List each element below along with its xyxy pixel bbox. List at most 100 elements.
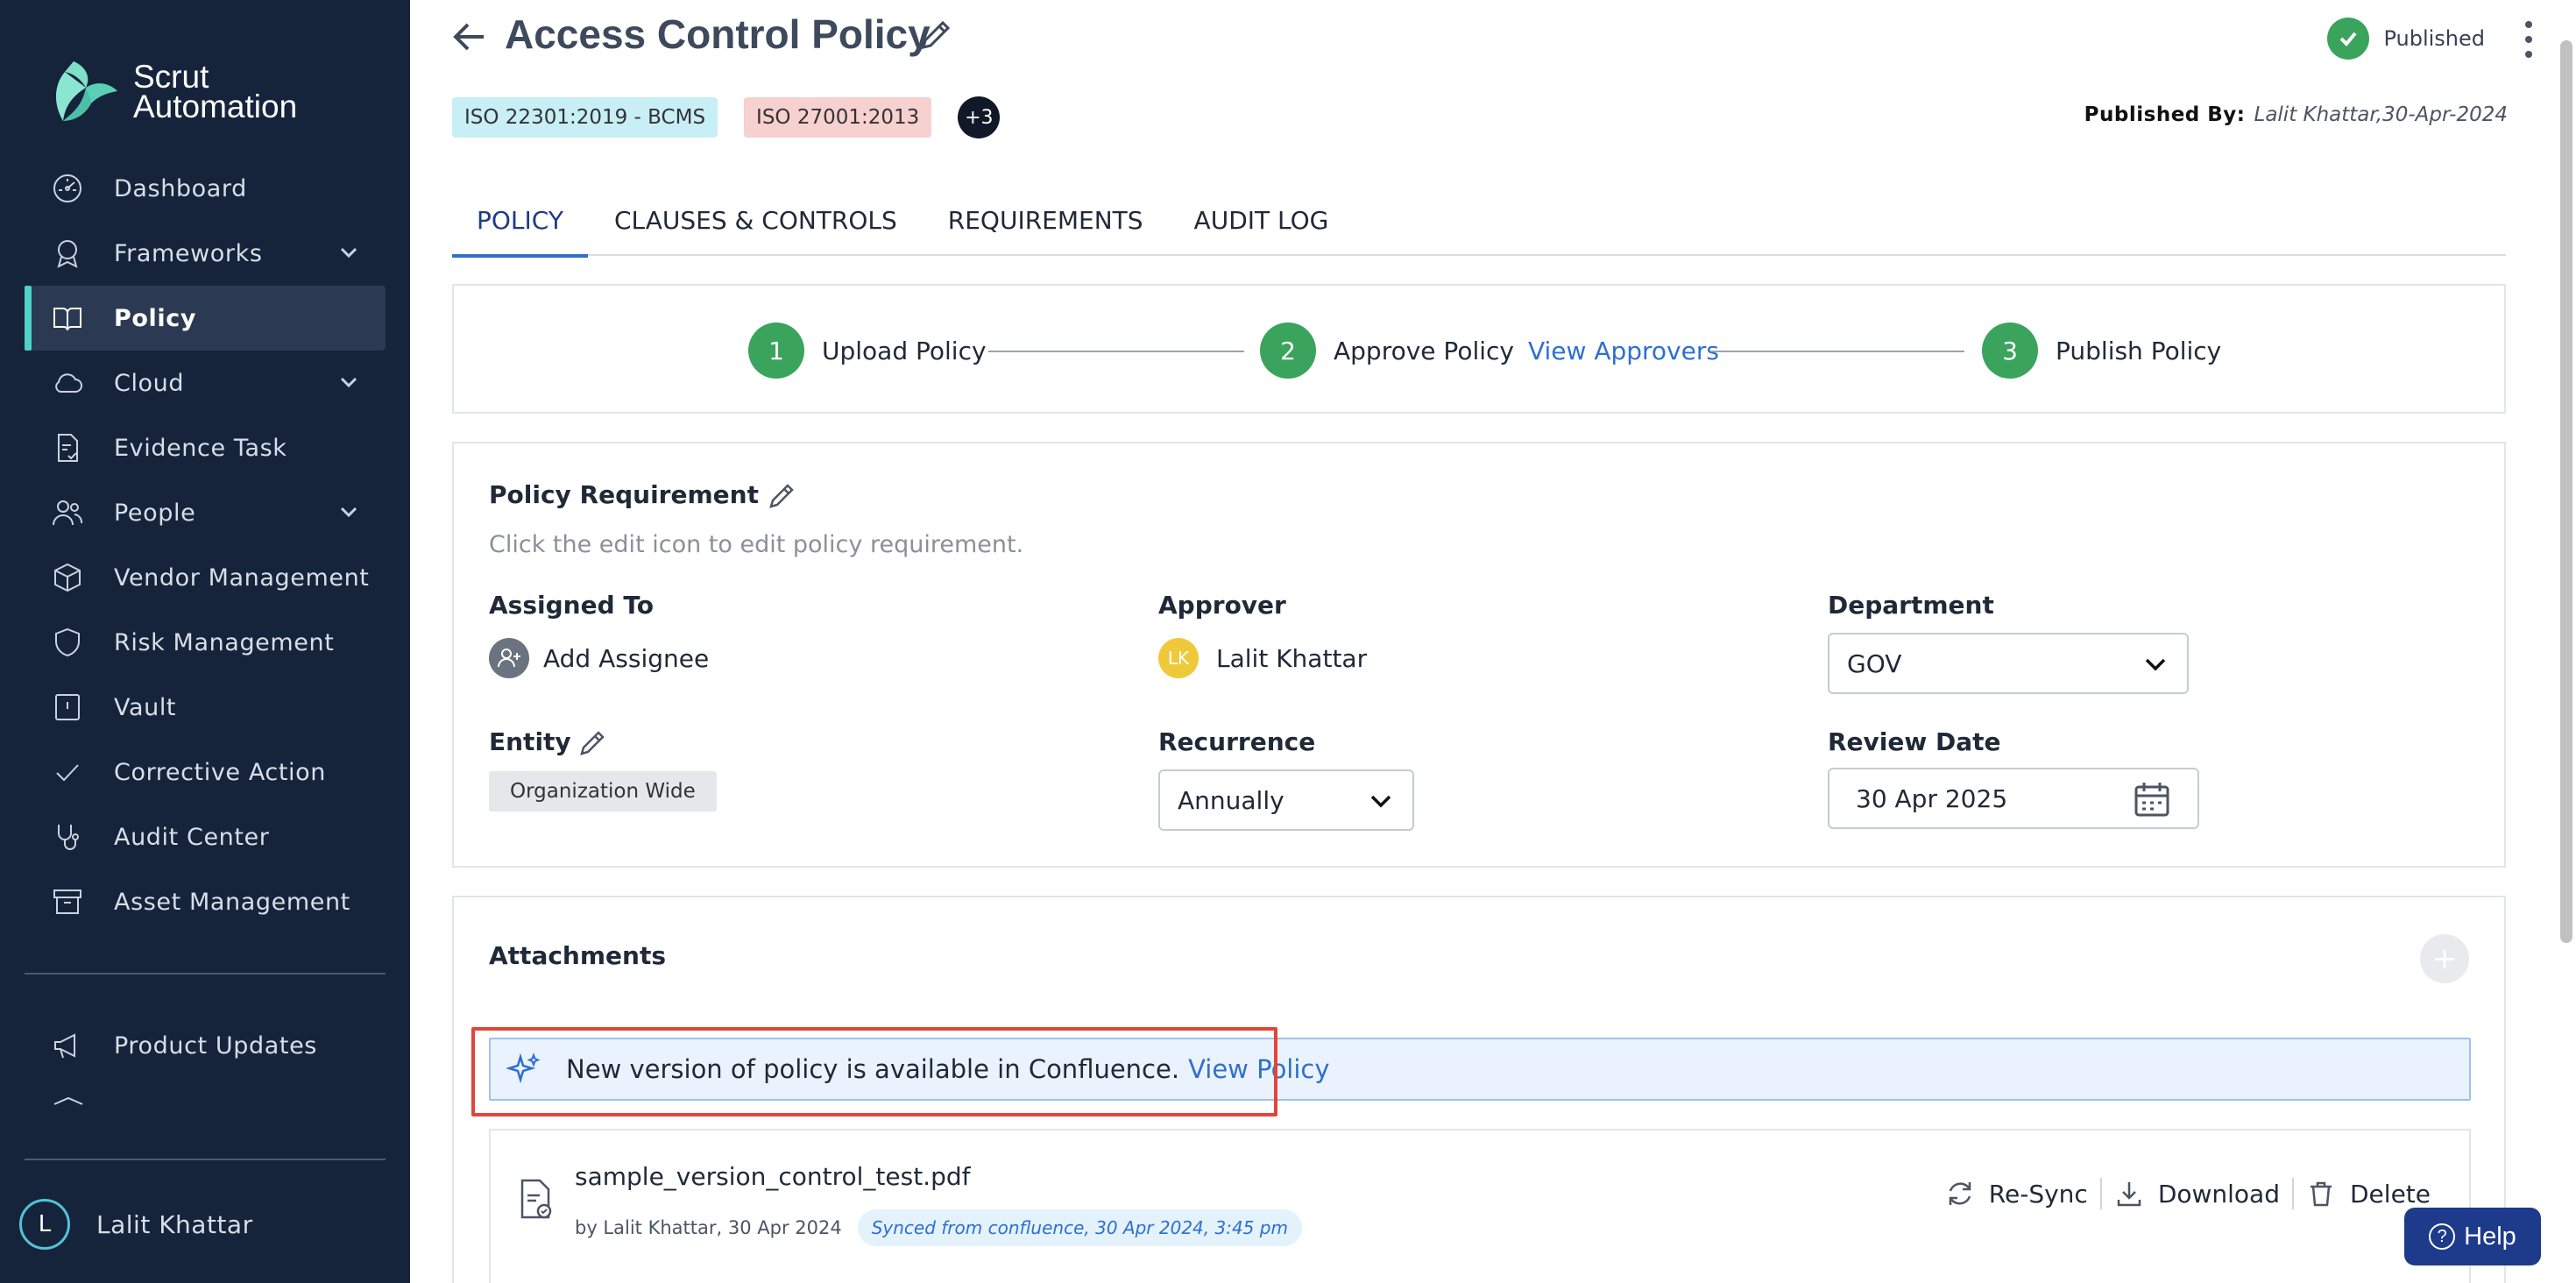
- vertical-scrollbar[interactable]: [2560, 40, 2572, 943]
- section-title: Attachments: [489, 941, 667, 970]
- cloud-icon: [51, 366, 84, 400]
- sidebar-item-label: Product Updates: [114, 1031, 317, 1060]
- tab-clauses-controls[interactable]: CLAUSES & CONTROLS: [590, 184, 922, 256]
- help-icon: ?: [2429, 1223, 2456, 1250]
- pencil-icon[interactable]: [766, 480, 797, 512]
- sidebar-item-audit-center[interactable]: Audit Center: [25, 805, 386, 869]
- view-approvers-link[interactable]: View Approvers: [1528, 337, 1719, 365]
- step-connector: [1710, 351, 1964, 352]
- brand[interactable]: Scrut Automation: [47, 58, 297, 126]
- sidebar-item-risk-management[interactable]: Risk Management: [25, 610, 386, 675]
- sidebar-item-people[interactable]: People: [25, 480, 386, 545]
- sidebar-item-label: Dashboard: [114, 174, 247, 202]
- sidebar-item-cloud[interactable]: Cloud: [25, 351, 386, 415]
- pencil-icon[interactable]: [577, 727, 608, 759]
- sidebar-divider: [25, 1159, 386, 1160]
- sidebar-item-frameworks[interactable]: Frameworks: [25, 221, 386, 286]
- recurrence-select[interactable]: Annually: [1158, 769, 1414, 831]
- banner-text: New version of policy is available in Co…: [566, 1054, 1180, 1084]
- file-meta: by Lalit Khattar, 30 Apr 2024 Synced fro…: [575, 1209, 1302, 1246]
- published-by-value: Lalit Khattar,30-Apr-2024: [2254, 103, 2509, 126]
- user-name: Lalit Khattar: [96, 1209, 253, 1239]
- add-assignee-button[interactable]: Add Assignee: [489, 638, 709, 678]
- tab-audit-log[interactable]: AUDIT LOG: [1170, 184, 1354, 256]
- help-button[interactable]: ? Help: [2404, 1208, 2541, 1265]
- step-label: Approve Policy: [1334, 336, 1514, 365]
- sidebar-item-label: Evidence Task: [114, 434, 287, 462]
- framework-tag[interactable]: ISO 27001:2013: [744, 97, 932, 138]
- sidebar-item-asset-management[interactable]: Asset Management: [25, 869, 386, 934]
- package-icon: [51, 561, 84, 594]
- user-profile[interactable]: L Lalit Khattar: [19, 1199, 253, 1250]
- chevron-down-icon[interactable]: [338, 501, 359, 522]
- chevron-down-icon[interactable]: [338, 242, 359, 263]
- sidebar-item-policy[interactable]: Policy: [25, 286, 386, 351]
- more-tags-badge[interactable]: +3: [958, 96, 1001, 138]
- review-date-input[interactable]: 30 Apr 2025: [1828, 768, 2199, 829]
- file-name[interactable]: sample_version_control_test.pdf: [575, 1162, 971, 1191]
- file-check-icon: [51, 431, 84, 464]
- users-icon: [51, 496, 84, 529]
- chevron-down-icon[interactable]: [338, 372, 359, 393]
- sidebar-item-label: Vendor Management: [114, 564, 370, 592]
- sidebar-item-vendor-management[interactable]: Vendor Management: [25, 545, 386, 610]
- chevron-down-icon: [1370, 795, 1391, 808]
- step-number: 3: [1982, 323, 2038, 379]
- sidebar-item-label: People: [114, 499, 196, 527]
- department-select[interactable]: GOV: [1828, 633, 2189, 694]
- brand-line1: Scrut: [133, 59, 209, 95]
- calendar-icon[interactable]: [2133, 780, 2171, 819]
- step-upload: 1 Upload Policy: [748, 323, 987, 379]
- vault-icon: [51, 691, 84, 724]
- view-policy-link[interactable]: View Policy: [1188, 1054, 1329, 1084]
- sidebar-item-dashboard[interactable]: Dashboard: [25, 156, 386, 221]
- tab-requirements[interactable]: REQUIREMENTS: [924, 184, 1168, 256]
- sidebar-nav: Dashboard Frameworks Policy Cloud Eviden…: [25, 156, 386, 934]
- user-add-icon: [489, 638, 529, 678]
- sidebar-item-vault[interactable]: Vault: [25, 675, 386, 740]
- sidebar-item-product-updates[interactable]: Product Updates: [25, 1013, 386, 1078]
- framework-tag[interactable]: ISO 22301:2019 - BCMS: [452, 97, 718, 138]
- pencil-icon[interactable]: [916, 16, 955, 54]
- delete-button[interactable]: Delete: [2294, 1179, 2443, 1209]
- megaphone-icon: [51, 1029, 84, 1062]
- field-label: Recurrence: [1158, 727, 1316, 756]
- award-icon: [51, 237, 84, 270]
- attachments-card: Attachments + New version of policy is a…: [452, 896, 2506, 1283]
- scrut-logo-icon: [55, 61, 117, 121]
- trash-icon: [2311, 1181, 2332, 1207]
- field-label: Assigned To: [489, 591, 654, 620]
- tab-policy[interactable]: POLICY: [452, 184, 588, 258]
- field-label: Entity: [489, 727, 571, 756]
- resync-label: Re-Sync: [1988, 1179, 2088, 1209]
- download-button[interactable]: Download: [2102, 1179, 2292, 1209]
- refresh-icon: [1949, 1182, 1971, 1205]
- back-arrow-icon[interactable]: [449, 18, 491, 56]
- hint-text: Click the edit icon to edit policy requi…: [489, 531, 1024, 558]
- step-label: Upload Policy: [822, 336, 987, 365]
- review-date-value: 30 Apr 2025: [1856, 783, 2008, 813]
- add-attachment-button[interactable]: +: [2420, 934, 2469, 983]
- sidebar-extra-nav: Product Updates: [25, 1013, 386, 1078]
- file-uploaded-by: by Lalit Khattar, 30 Apr 2024: [575, 1217, 842, 1238]
- step-approve: 2 Approve Policy View Approvers: [1260, 323, 1719, 379]
- field-label: Approver: [1158, 591, 1286, 620]
- sidebar-item-corrective-action[interactable]: Corrective Action: [25, 740, 386, 805]
- published-by-label: Published By:: [2084, 103, 2246, 126]
- sidebar: Scrut Automation Dashboard Frameworks Po…: [0, 0, 410, 1283]
- sidebar-item-label: Cloud: [114, 369, 185, 397]
- step-label: Publish Policy: [2056, 336, 2222, 365]
- step-number: 2: [1260, 323, 1316, 379]
- check-icon: [51, 755, 84, 789]
- approver: LK Lalit Khattar: [1158, 638, 1367, 678]
- more-vertical-icon[interactable]: [2520, 19, 2537, 60]
- step-number: 1: [748, 323, 804, 379]
- check-circle-icon: [2327, 18, 2370, 60]
- resync-button[interactable]: Re-Sync: [1933, 1179, 2100, 1209]
- sidebar-item-evidence-task[interactable]: Evidence Task: [25, 415, 386, 480]
- framework-tags: ISO 22301:2019 - BCMS ISO 27001:2013 +3: [452, 96, 1001, 138]
- sidebar-item-label: Asset Management: [114, 888, 350, 916]
- sidebar-item-label: Risk Management: [114, 628, 335, 656]
- sidebar-item-label: Frameworks: [114, 239, 263, 267]
- confluence-update-banner: New version of policy is available in Co…: [489, 1038, 2471, 1101]
